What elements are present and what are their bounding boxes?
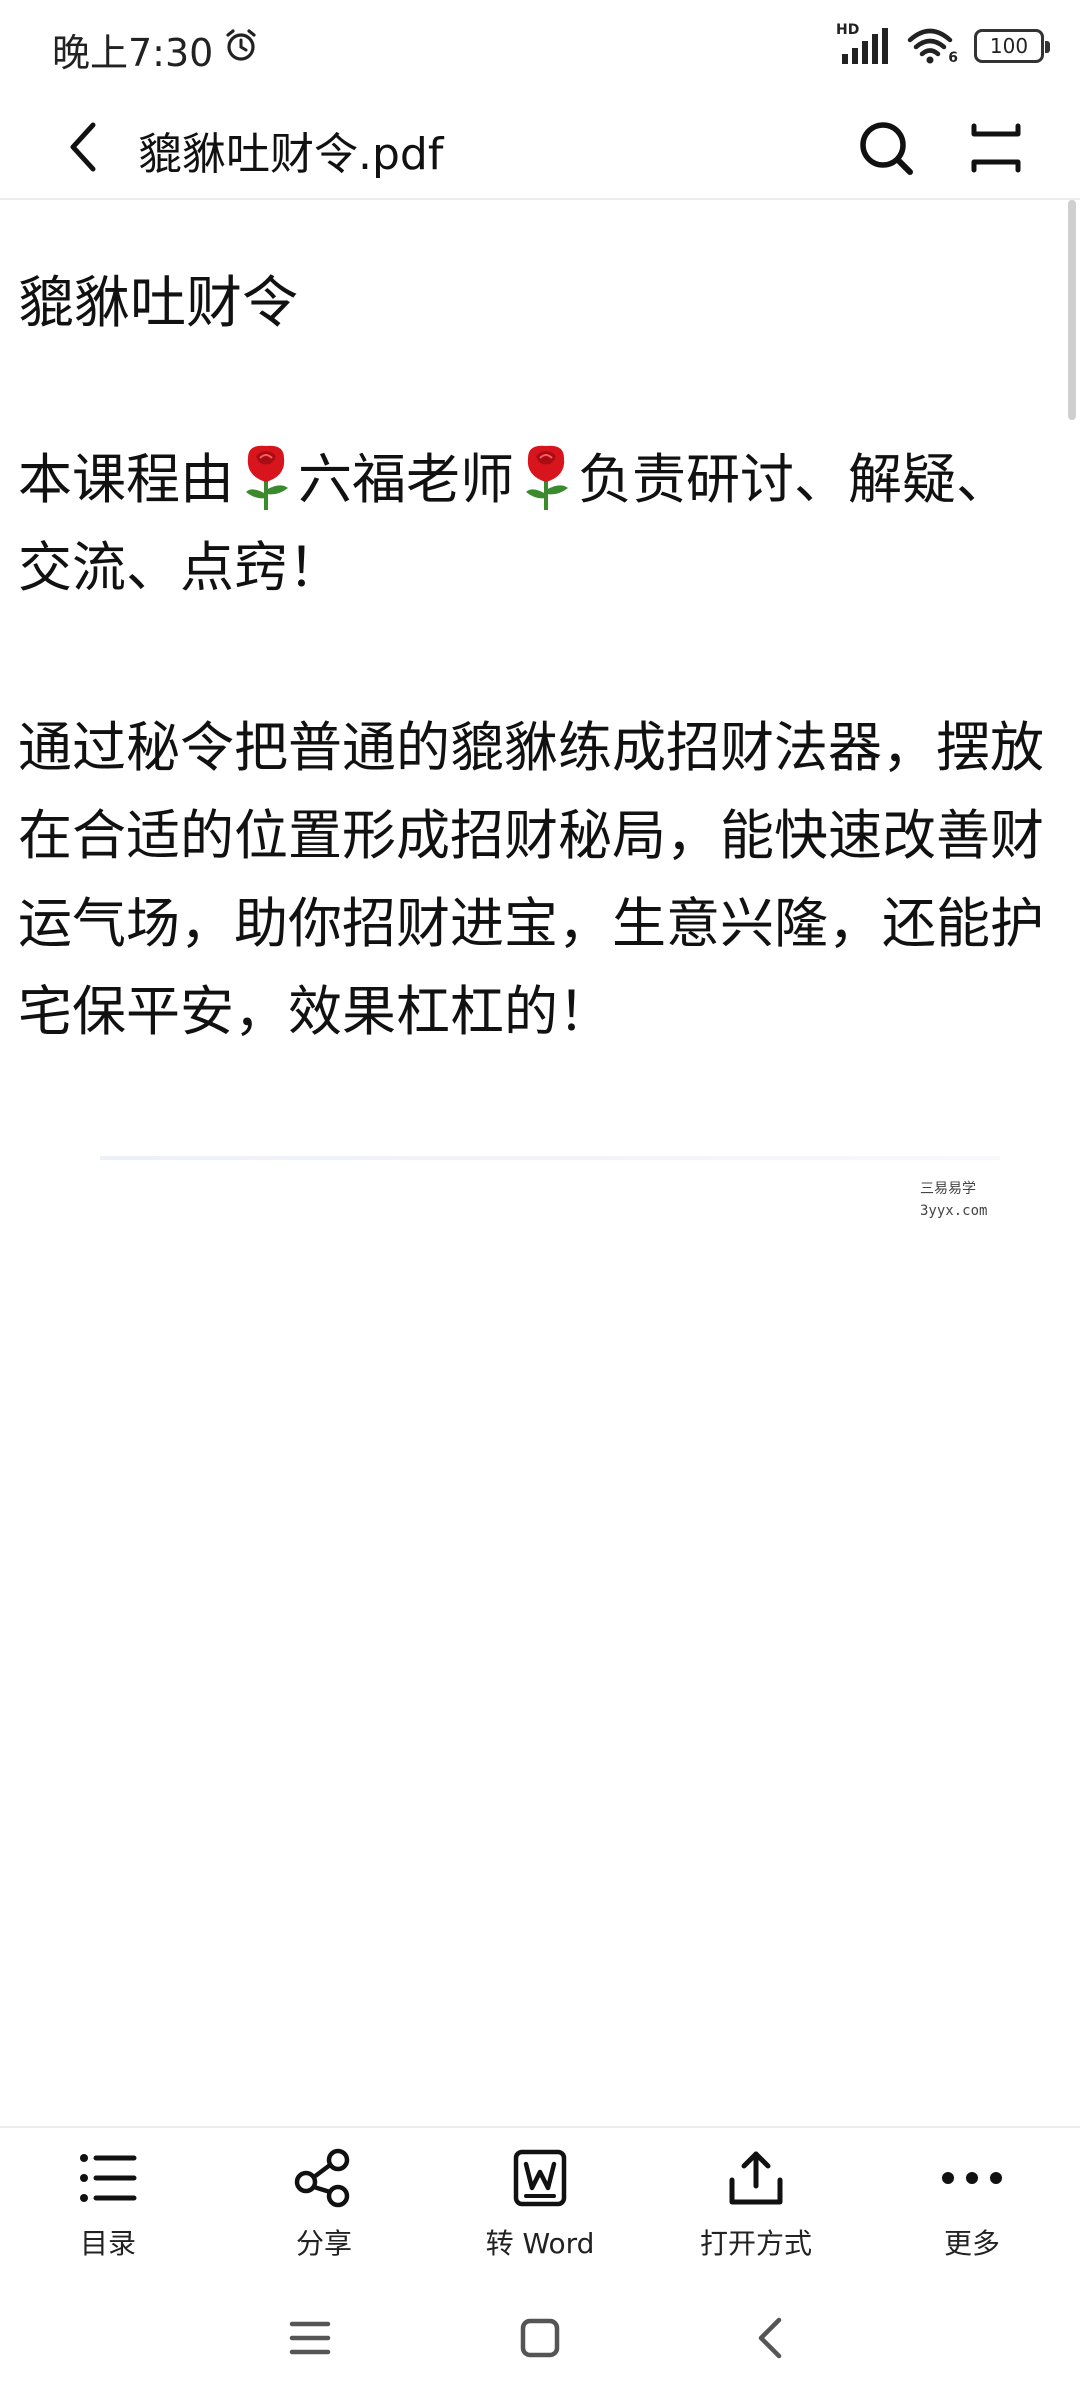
- open-with-label: 打开方式: [699, 2227, 812, 2260]
- wifi-sub-label: 6: [948, 50, 958, 66]
- system-back-button[interactable]: [740, 2308, 800, 2368]
- intro-text-before: 本课程由: [18, 448, 234, 511]
- toc-button[interactable]: 目录: [0, 2128, 216, 2278]
- convert-word-label: 转 Word: [485, 2227, 595, 2260]
- more-label: 更多: [943, 2227, 1000, 2260]
- scrollbar-thumb[interactable]: [1068, 200, 1076, 420]
- system-navigation-bar: [0, 2276, 1080, 2400]
- menu-icon: [289, 2321, 331, 2355]
- toc-label: 目录: [79, 2227, 136, 2260]
- wifi-icon: 6: [906, 26, 958, 66]
- app-header: 貔貅吐财令.pdf: [0, 96, 1080, 200]
- search-icon: [860, 122, 913, 175]
- share-button[interactable]: 分享: [216, 2128, 432, 2278]
- status-time-text: 晚上7:30: [52, 31, 214, 75]
- teacher-name: 六福老师: [298, 448, 514, 511]
- recents-button[interactable]: [280, 2308, 340, 2368]
- watermark-line2: 3yyx.com: [920, 1203, 988, 1219]
- more-icon: [940, 2146, 1004, 2210]
- status-indicators: HD 6 100: [836, 22, 1050, 66]
- square-icon: [520, 2318, 560, 2358]
- watermark-line1: 三易易学: [920, 1181, 976, 1197]
- rose-icon: [518, 442, 574, 512]
- upload-icon: [724, 2146, 788, 2210]
- search-button[interactable]: [848, 110, 924, 186]
- document-heading: 貔貅吐财令: [18, 271, 298, 336]
- page-separator: [100, 1156, 1000, 1160]
- page-mode-icon: [971, 123, 1021, 173]
- list-icon: [76, 2146, 140, 2210]
- chevron-left-icon: [70, 122, 96, 172]
- back-button[interactable]: [48, 112, 118, 182]
- signal-icon: HD: [836, 22, 890, 66]
- pdf-page[interactable]: 貔貅吐财令 本课程由 六福老师 负责研讨、解疑、交流、点窍！ 通过秘令把普通的貔貅练…: [0, 200, 1064, 2120]
- alarm-icon: [223, 27, 259, 72]
- watermark: 三易易学 3yyx.com: [920, 1178, 987, 1222]
- description-paragraph: 通过秘令把普通的貔貅练成招财法器，摆放在合适的位置形成招财秘局，能快速改善财运气…: [18, 716, 1044, 1043]
- document-title: 貔貅吐财令.pdf: [138, 129, 444, 180]
- bottom-toolbar: 目录 分享 转 Word 打开方式 更多: [0, 2126, 1080, 2278]
- battery-icon: 100: [974, 29, 1050, 63]
- course-intro-paragraph: 本课程由 六福老师 负责研讨、解疑、交流、点窍！: [18, 436, 1058, 612]
- reading-mode-button[interactable]: [958, 110, 1034, 186]
- battery-level: 100: [989, 34, 1029, 58]
- share-label: 分享: [295, 2227, 352, 2260]
- status-time: 晚上7:30: [52, 22, 259, 77]
- status-bar: 晚上7:30 HD 6 100: [0, 0, 1080, 96]
- open-with-button[interactable]: 打开方式: [648, 2128, 864, 2278]
- chevron-left-icon: [758, 2317, 782, 2359]
- more-button[interactable]: 更多: [864, 2128, 1080, 2278]
- convert-word-button[interactable]: 转 Word: [432, 2128, 648, 2278]
- rose-icon: [238, 442, 294, 512]
- share-icon: [292, 2146, 356, 2210]
- home-button[interactable]: [510, 2308, 570, 2368]
- word-icon: [508, 2146, 572, 2210]
